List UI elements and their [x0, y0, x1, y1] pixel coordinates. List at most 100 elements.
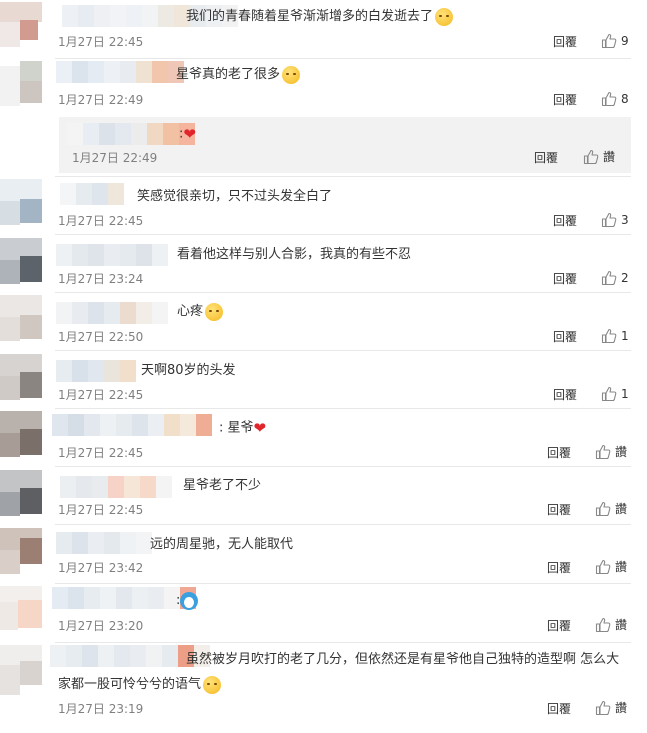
reply-button[interactable]: 回覆 — [553, 387, 577, 403]
like-count: 讚 — [603, 150, 616, 164]
heart-emoji-icon: ❤ — [183, 125, 196, 143]
like-button[interactable]: 3 — [601, 212, 629, 228]
comment-item: 我们的青春随着星爷渐渐增多的白发逝去了 1月27日 22:45 回覆 9 — [0, 0, 647, 58]
thumbs-up-icon — [595, 559, 611, 575]
comment-date: 1月27日 22:45 — [58, 503, 144, 517]
like-count: 9 — [621, 34, 629, 48]
comment-text: 星爷真的老了很多 — [176, 64, 301, 86]
comment-text: : — [176, 590, 199, 612]
sad-emoji-icon — [205, 302, 224, 321]
avatar[interactable] — [0, 645, 42, 697]
reply-button[interactable]: 回覆 — [534, 150, 558, 166]
username-blurred[interactable] — [56, 302, 168, 324]
thumbs-up-icon — [601, 386, 617, 402]
like-button[interactable]: 讚 — [595, 700, 627, 716]
comment-text: 笑感觉很亲切，只不过头发全白了 — [137, 189, 333, 204]
username-blurred[interactable] — [67, 123, 195, 145]
like-button[interactable]: 8 — [601, 91, 629, 107]
like-count: 1 — [621, 329, 629, 343]
thumbs-up-icon — [601, 328, 617, 344]
like-button[interactable]: 2 — [601, 270, 629, 286]
comment-item: 看着他这样与别人合影，我真的有些不忍 1月27日 23:24 回覆 2 — [0, 235, 647, 292]
like-button[interactable]: 9 — [601, 33, 629, 49]
username-blurred[interactable] — [60, 183, 124, 205]
like-button[interactable]: 讚 — [595, 617, 627, 633]
comment-item: 星爷真的老了很多 1月27日 22:49 回覆 8 :❤ 1月27日 22:49… — [0, 59, 647, 176]
thumbs-up-icon — [595, 617, 611, 633]
like-count: 2 — [621, 271, 629, 285]
username-blurred[interactable] — [56, 360, 136, 382]
avatar[interactable] — [0, 528, 42, 578]
thumbs-up-icon — [595, 501, 611, 517]
thumbs-up-icon — [595, 700, 611, 716]
comment-date: 1月27日 22:50 — [58, 330, 144, 344]
comment-item: 心疼 1月27日 22:50 回覆 1 — [0, 293, 647, 350]
reply-button[interactable]: 回覆 — [553, 213, 577, 229]
comment-date: 1月27日 22:45 — [58, 446, 144, 460]
like-button[interactable]: 讚 — [595, 444, 627, 460]
heart-emoji-icon: ❤ — [253, 419, 267, 437]
thumbs-up-icon — [595, 444, 611, 460]
reply-button[interactable]: 回覆 — [547, 618, 571, 634]
username-blurred[interactable] — [56, 244, 168, 266]
avatar[interactable] — [0, 586, 42, 636]
comment-text: 虽然被岁月吹打的老了几分，但依然还是有星爷他自己独特的造型啊 怎么大 — [186, 652, 620, 667]
reply-button[interactable]: 回覆 — [553, 92, 577, 108]
username-blurred[interactable] — [52, 587, 196, 609]
like-button[interactable]: 1 — [601, 386, 629, 402]
thumbs-up-icon — [601, 91, 617, 107]
like-count: 讚 — [615, 618, 628, 632]
avatar[interactable] — [0, 470, 42, 520]
comment-date: 1月27日 22:49 — [58, 93, 144, 107]
comment-date: 1月27日 22:49 — [72, 151, 158, 165]
avatar[interactable] — [0, 179, 42, 229]
comment-item: 笑感觉很亲切，只不过头发全白了 1月27日 22:45 回覆 3 — [0, 177, 647, 234]
comment-text: 心疼 — [177, 301, 224, 323]
thumbs-up-icon — [601, 212, 617, 228]
doraemon-emoji-icon — [180, 591, 199, 610]
comment-item: 虽然被岁月吹打的老了几分，但依然还是有星爷他自己独特的造型啊 怎么大 家都一股可… — [0, 643, 647, 733]
reply-button[interactable]: 回覆 — [547, 560, 571, 576]
username-blurred[interactable] — [56, 532, 152, 554]
username-blurred[interactable] — [60, 476, 172, 498]
like-button[interactable]: 讚 — [595, 501, 627, 517]
reply-button[interactable]: 回覆 — [553, 34, 577, 50]
avatar[interactable] — [0, 295, 42, 345]
like-count: 讚 — [615, 560, 628, 574]
username-blurred[interactable] — [56, 61, 184, 83]
comment-date: 1月27日 23:19 — [58, 702, 144, 716]
avatar[interactable] — [0, 354, 42, 404]
smile-emoji-icon — [435, 7, 454, 26]
thumbs-up-icon — [601, 33, 617, 49]
comment-text: : 星爷❤ — [219, 419, 267, 437]
sad-emoji-icon — [203, 675, 222, 694]
comment-text: 远的周星驰，无人能取代 — [150, 537, 294, 552]
comment-date: 1月27日 22:45 — [58, 388, 144, 402]
like-count: 3 — [621, 213, 629, 227]
reply-button[interactable]: 回覆 — [553, 329, 577, 345]
comment-date: 1月27日 23:20 — [58, 619, 144, 633]
like-count: 讚 — [615, 502, 628, 516]
comment-text: 看着他这样与别人合影，我真的有些不忍 — [177, 247, 412, 262]
like-count: 1 — [621, 387, 629, 401]
like-button[interactable]: 讚 — [595, 559, 627, 575]
like-count: 8 — [621, 92, 629, 106]
reply-button[interactable]: 回覆 — [547, 445, 571, 461]
avatar[interactable] — [0, 238, 42, 288]
username-blurred[interactable] — [52, 414, 212, 436]
avatar[interactable] — [0, 2, 42, 52]
like-button[interactable]: 讚 — [583, 149, 615, 165]
like-button[interactable]: 1 — [601, 328, 629, 344]
comment-date: 1月27日 22:45 — [58, 35, 144, 49]
reply-button[interactable]: 回覆 — [547, 701, 571, 717]
comment-item: 远的周星驰，无人能取代 1月27日 23:42 回覆 讚 — [0, 525, 647, 583]
avatar[interactable] — [0, 61, 42, 111]
comment-date: 1月27日 22:45 — [58, 214, 144, 228]
comment-text: 我们的青春随着星爷渐渐增多的白发逝去了 — [186, 6, 454, 28]
thumbs-up-icon — [601, 270, 617, 286]
reply-button[interactable]: 回覆 — [553, 271, 577, 287]
reply-button[interactable]: 回覆 — [547, 502, 571, 518]
comment-item: : 星爷❤ 1月27日 22:45 回覆 讚 — [0, 409, 647, 466]
avatar[interactable] — [0, 411, 42, 461]
comment-text: 天啊80岁的头发 — [141, 363, 236, 378]
